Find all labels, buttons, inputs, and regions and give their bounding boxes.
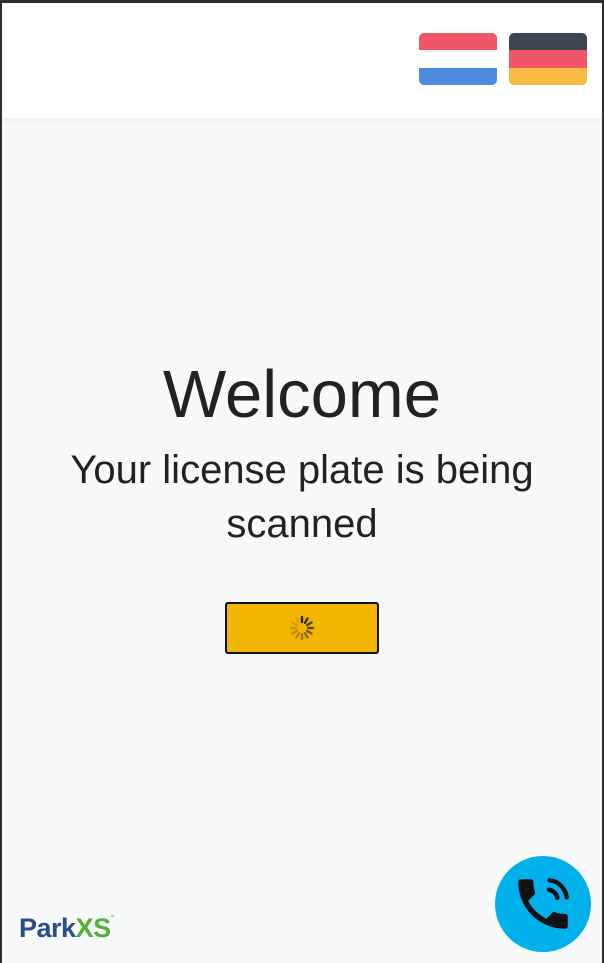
flag-netherlands-button[interactable]	[419, 33, 497, 85]
loading-spinner-icon	[289, 615, 315, 641]
scan-status-text: Your license plate is being scanned	[70, 448, 534, 546]
logo-mark: °	[110, 913, 115, 923]
parkxs-logo: ParkXS°	[19, 913, 114, 944]
header-bar	[2, 3, 602, 118]
logo-text-park: Park	[19, 913, 76, 943]
page-title: Welcome	[162, 357, 441, 432]
app-frame: Welcome Your license plate is being scan…	[0, 0, 604, 963]
call-button[interactable]	[495, 856, 591, 952]
phone-call-icon	[518, 878, 569, 929]
logo-text-xs: XS	[75, 913, 112, 943]
flag-germany-button[interactable]	[509, 33, 587, 85]
scan-button[interactable]	[225, 602, 379, 654]
